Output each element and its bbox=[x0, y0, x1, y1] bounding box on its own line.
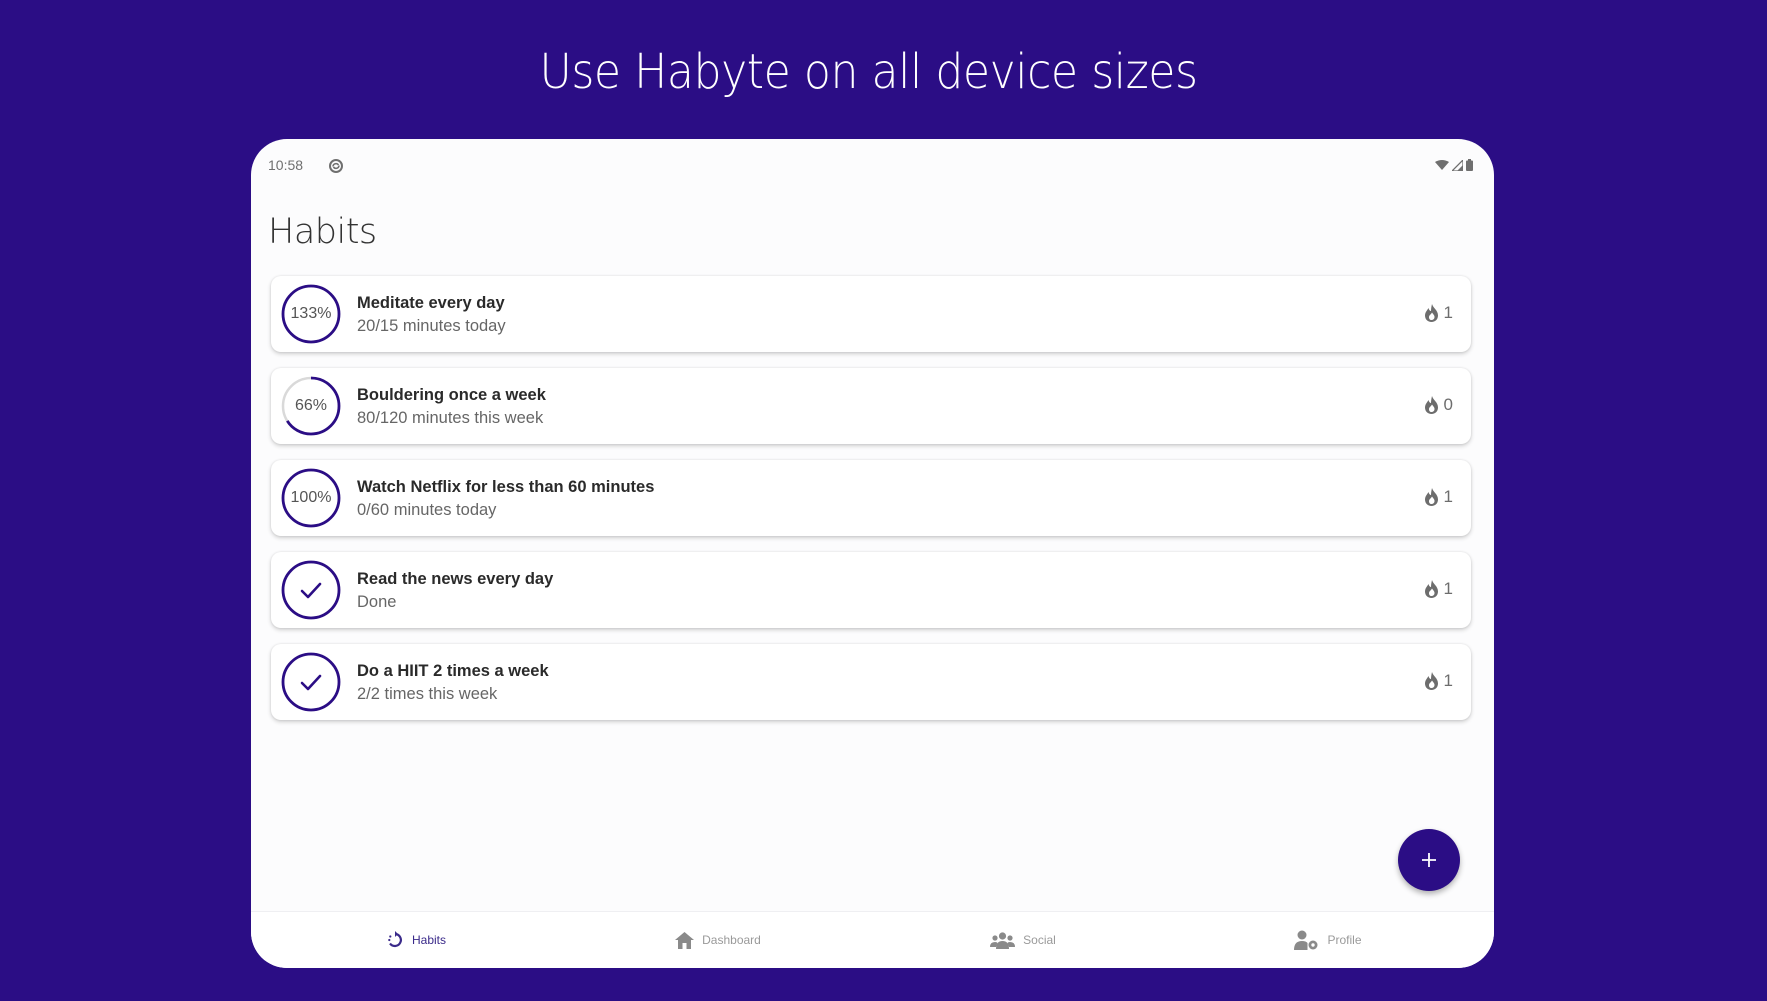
streak-count: 1 bbox=[1443, 671, 1453, 690]
habit-subtitle: 2/2 times this week bbox=[357, 685, 498, 703]
wifi-icon bbox=[1435, 159, 1449, 170]
add-habit-button[interactable] bbox=[1398, 829, 1460, 891]
nav-label-social: Social bbox=[1023, 933, 1056, 947]
progress-percent: 133% bbox=[290, 305, 332, 322]
nav-item-dashboard[interactable]: Dashboard bbox=[563, 912, 873, 968]
flame-icon bbox=[1424, 396, 1438, 414]
habit-title: Bouldering once a week bbox=[357, 386, 546, 404]
check-icon bbox=[300, 582, 322, 599]
habit-title: Watch Netflix for less than 60 minutes bbox=[357, 478, 655, 496]
habit-card[interactable]: Read the news every day Done 1 bbox=[271, 552, 1471, 628]
nav-label-profile: Profile bbox=[1327, 933, 1362, 947]
habit-subtitle: 80/120 minutes this week bbox=[357, 409, 544, 427]
habit-subtitle: 0/60 minutes today bbox=[357, 501, 497, 519]
habits-cycle-icon bbox=[388, 931, 402, 948]
habit-card[interactable]: Do a HIIT 2 times a week 2/2 times this w… bbox=[271, 644, 1471, 720]
flame-icon bbox=[1424, 304, 1438, 322]
habit-card[interactable]: 100% Watch Netflix for less than 60 minut… bbox=[271, 460, 1471, 536]
bottom-navigation: Habits Dashboard Social Profile bbox=[251, 911, 1494, 968]
status-time: 10:58 bbox=[268, 157, 304, 173]
flame-icon bbox=[1424, 672, 1438, 690]
streak-counter: 1 bbox=[1424, 487, 1453, 507]
streak-count: 0 bbox=[1443, 395, 1453, 414]
nav-item-profile[interactable]: Profile bbox=[1173, 912, 1483, 968]
nav-label-dashboard: Dashboard bbox=[702, 933, 761, 947]
page-title: Habits bbox=[268, 212, 377, 252]
habit-subtitle: 20/15 minutes today bbox=[357, 317, 506, 335]
nav-item-habits[interactable]: Habits bbox=[261, 912, 571, 968]
progress-percent: 66% bbox=[294, 397, 328, 414]
group-icon bbox=[990, 931, 1016, 949]
streak-counter: 1 bbox=[1424, 303, 1453, 323]
profile-settings-icon bbox=[1294, 930, 1318, 950]
home-icon bbox=[675, 931, 695, 949]
flame-icon bbox=[1424, 580, 1438, 598]
check-icon bbox=[300, 674, 322, 691]
streak-count: 1 bbox=[1443, 487, 1453, 506]
streak-counter: 1 bbox=[1424, 671, 1453, 691]
streak-counter: 1 bbox=[1424, 579, 1453, 599]
streak-count: 1 bbox=[1443, 303, 1453, 322]
sync-icon bbox=[329, 159, 343, 173]
battery-icon bbox=[1466, 159, 1473, 171]
signal-icon bbox=[1452, 159, 1463, 171]
streak-counter: 0 bbox=[1424, 395, 1453, 415]
streak-count: 1 bbox=[1443, 579, 1453, 598]
nav-label-habits: Habits bbox=[411, 933, 446, 947]
tablet-screen: 10:58 Habits 133% Meditate every day 20/15… bbox=[251, 139, 1494, 968]
status-bar: 10:58 bbox=[268, 157, 1477, 177]
habit-card[interactable]: 66% Bouldering once a week 80/120 minutes … bbox=[271, 368, 1471, 444]
headline: Use Habyte on all device sizes bbox=[539, 44, 1198, 100]
status-icons bbox=[1435, 159, 1473, 171]
habit-title: Do a HIIT 2 times a week bbox=[357, 662, 549, 680]
flame-icon bbox=[1424, 488, 1438, 506]
progress-percent: 100% bbox=[290, 489, 332, 506]
habit-title: Meditate every day bbox=[357, 294, 505, 312]
plus-icon bbox=[1422, 853, 1436, 867]
habit-card[interactable]: 133% Meditate every day 20/15 minutes toda… bbox=[271, 276, 1471, 352]
habit-title: Read the news every day bbox=[357, 570, 554, 588]
habit-subtitle: Done bbox=[357, 593, 397, 611]
nav-item-social[interactable]: Social bbox=[868, 912, 1178, 968]
